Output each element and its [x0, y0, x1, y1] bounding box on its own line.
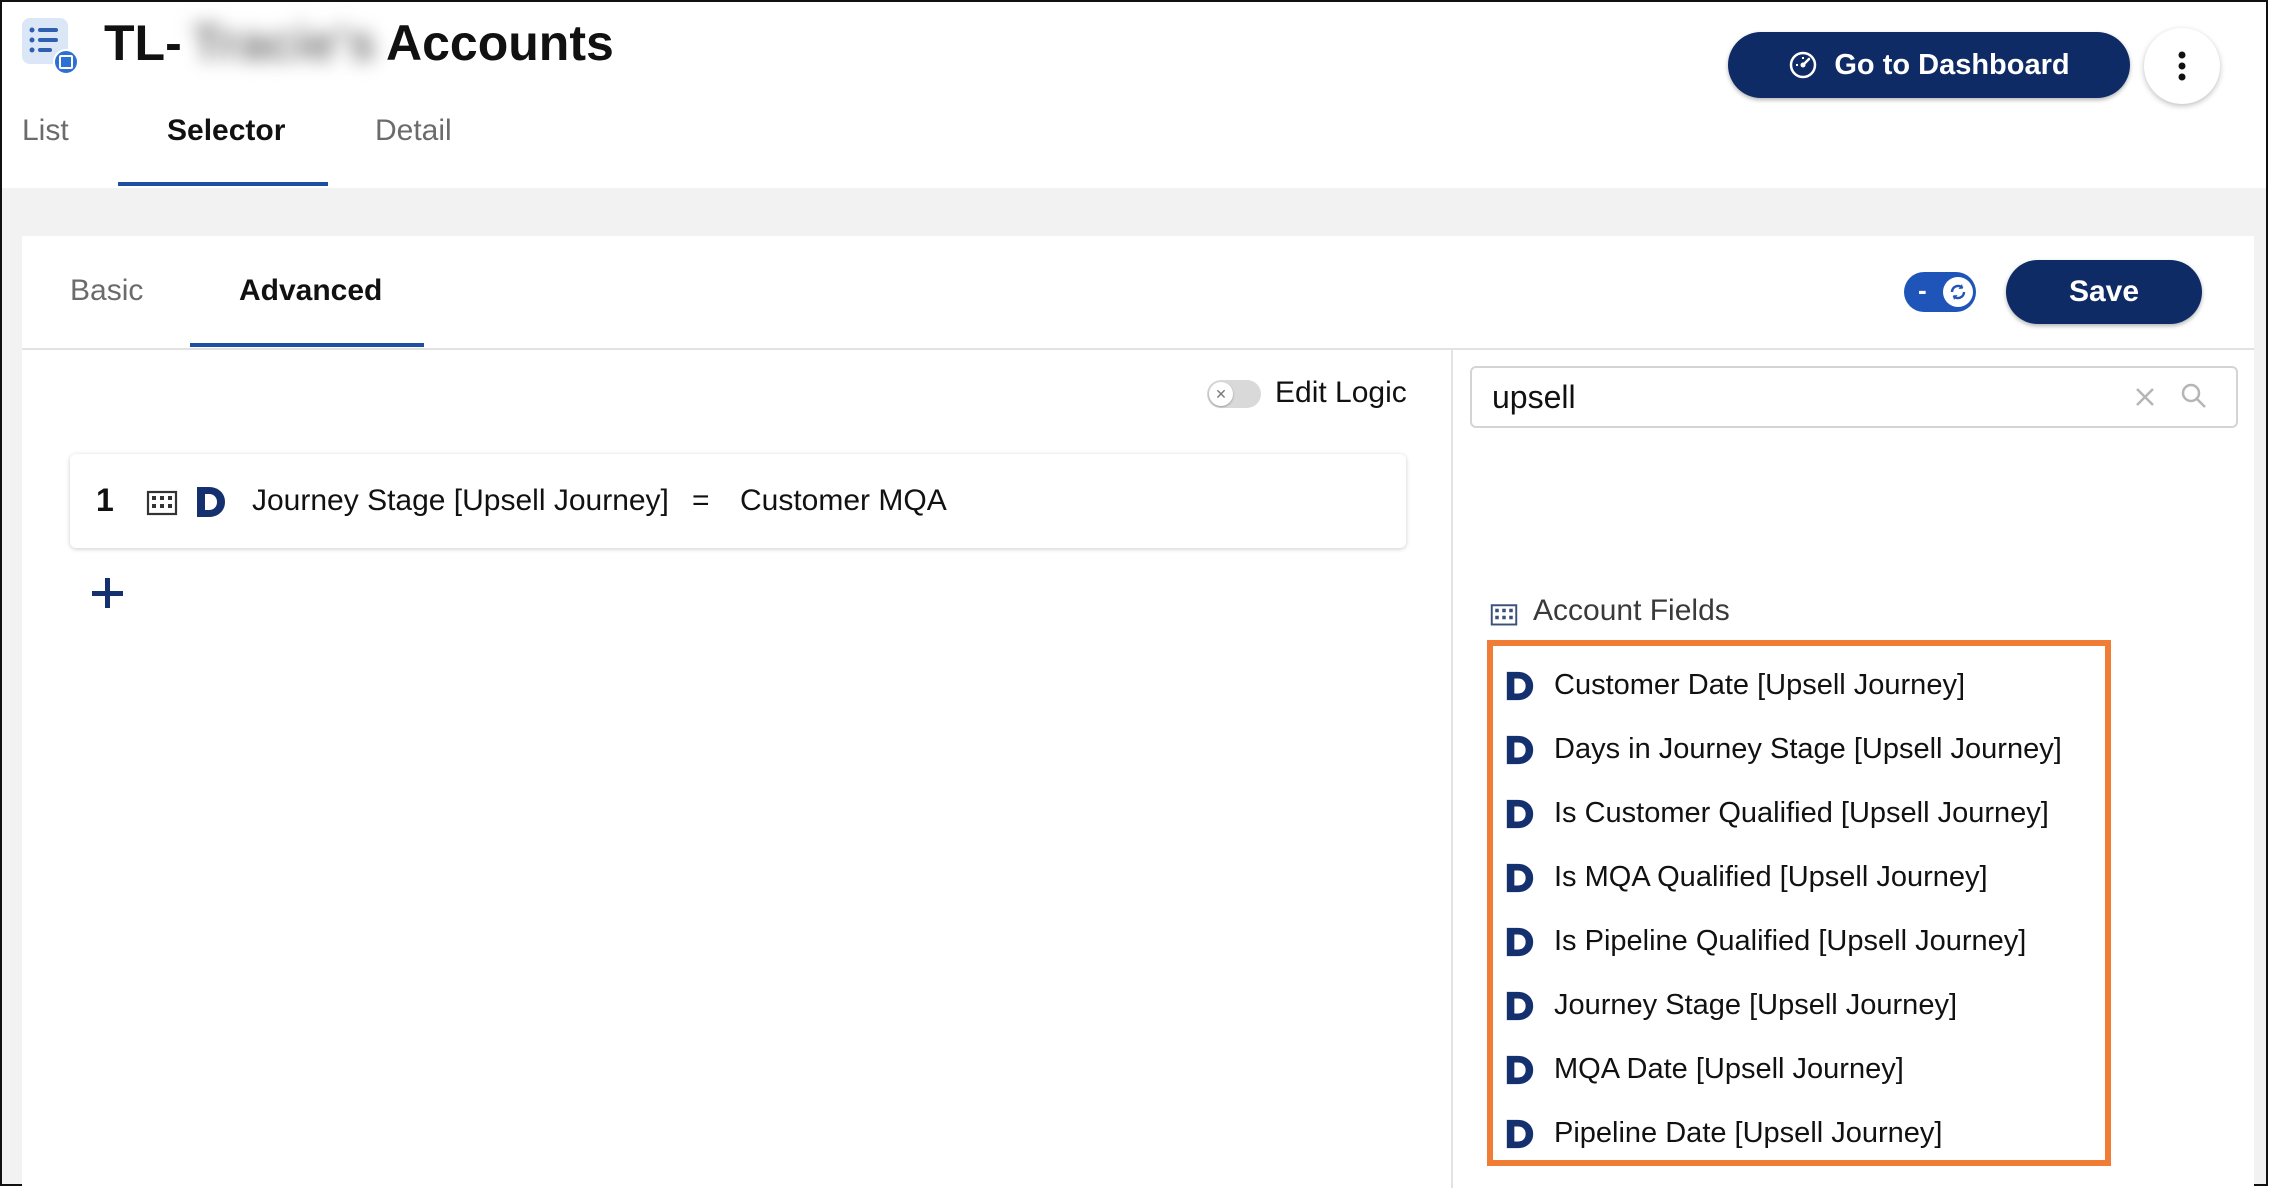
- field-item-label: MQA Date [Upsell Journey]: [1554, 1053, 1904, 1085]
- close-icon: ✕: [1209, 382, 1233, 406]
- toggle-label: -: [1918, 275, 1927, 305]
- list-icon: [22, 18, 78, 74]
- edit-logic-label: Edit Logic: [1275, 376, 1407, 409]
- field-search-box: [1470, 366, 2238, 428]
- field-item[interactable]: Is Pipeline Qualified [Upsell Journey]: [1504, 917, 2104, 967]
- rule-value[interactable]: Customer MQA: [740, 484, 947, 518]
- field-item[interactable]: Days in Journey Stage [Upsell Journey]: [1504, 725, 2104, 775]
- divider: [22, 348, 2254, 350]
- save-button[interactable]: Save: [2006, 260, 2202, 324]
- d-logo-icon: [1506, 991, 1534, 1021]
- plus-icon[interactable]: [88, 574, 128, 614]
- speedometer-icon: [1790, 51, 1817, 79]
- field-item-label: Is Customer Qualified [Upsell Journey]: [1554, 797, 2049, 829]
- field-item[interactable]: Journey Stage [Upsell Journey]: [1504, 981, 2104, 1031]
- rule-field[interactable]: Journey Stage [Upsell Journey]: [252, 484, 669, 518]
- field-item[interactable]: MQA Date [Upsell Journey]: [1504, 1045, 2104, 1095]
- dashboard-button-label: Go to Dashboard: [1834, 48, 2070, 81]
- rule-number: 1: [96, 482, 114, 518]
- d-logo-icon: [1506, 927, 1534, 957]
- tab-selector[interactable]: Selector: [167, 114, 285, 148]
- section-label-account-fields: Account Fields: [1533, 594, 1730, 627]
- panel-divider: [1451, 350, 1453, 1188]
- more-options-button[interactable]: [2144, 28, 2220, 104]
- field-item[interactable]: Customer Date [Upsell Journey]: [1504, 661, 2104, 711]
- rule-operator[interactable]: =: [692, 484, 710, 518]
- d-logo-icon: [1506, 1119, 1534, 1149]
- page-title: TL- Tracie's Accounts: [104, 14, 614, 72]
- close-icon[interactable]: [2132, 384, 2158, 410]
- tab-active-indicator: [118, 182, 328, 186]
- refresh-icon: [1943, 277, 1973, 307]
- d-logo-icon: [1506, 1055, 1534, 1085]
- field-item-label: Journey Stage [Upsell Journey]: [1554, 989, 1957, 1021]
- d-logo-icon: [1506, 671, 1534, 701]
- d-logo-icon: [1506, 863, 1534, 893]
- title-prefix: TL-: [104, 15, 182, 71]
- search-icon[interactable]: [2180, 382, 2208, 410]
- field-item-label: Is Pipeline Qualified [Upsell Journey]: [1554, 925, 2027, 957]
- edit-logic-toggle[interactable]: ✕: [1207, 380, 1261, 408]
- field-item-label: Days in Journey Stage [Upsell Journey]: [1554, 733, 2062, 765]
- tab-basic[interactable]: Basic: [70, 274, 143, 308]
- kebab-menu-icon: [2178, 51, 2186, 81]
- title-suffix: Accounts: [386, 15, 614, 71]
- go-to-dashboard-button[interactable]: Go to Dashboard: [1728, 32, 2130, 98]
- d-logo-icon: [1506, 799, 1534, 829]
- sync-toggle[interactable]: -: [1904, 272, 1976, 312]
- field-item[interactable]: Is Customer Qualified [Upsell Journey]: [1504, 789, 2104, 839]
- rule-row[interactable]: 1 Journey Stage [Upsell Journey] = Custo…: [70, 454, 1406, 548]
- tab-detail[interactable]: Detail: [375, 114, 452, 148]
- building-icon: [146, 490, 178, 516]
- field-item[interactable]: Is MQA Qualified [Upsell Journey]: [1504, 853, 2104, 903]
- search-input[interactable]: [1492, 376, 2072, 418]
- subtab-active-indicator: [190, 343, 424, 347]
- d-logo-icon: [1506, 735, 1534, 765]
- field-item-label: Pipeline Date [Upsell Journey]: [1554, 1117, 1943, 1149]
- field-item[interactable]: Pipeline Date [Upsell Journey]: [1504, 1109, 2104, 1159]
- building-icon: [1490, 604, 1518, 626]
- tab-advanced[interactable]: Advanced: [239, 274, 382, 308]
- field-item-label: Is MQA Qualified [Upsell Journey]: [1554, 861, 1988, 893]
- title-blurred-name: Tracie's: [191, 15, 376, 71]
- field-item-label: Customer Date [Upsell Journey]: [1554, 669, 1965, 701]
- tab-list[interactable]: List: [22, 114, 69, 148]
- d-logo-icon: [197, 487, 225, 517]
